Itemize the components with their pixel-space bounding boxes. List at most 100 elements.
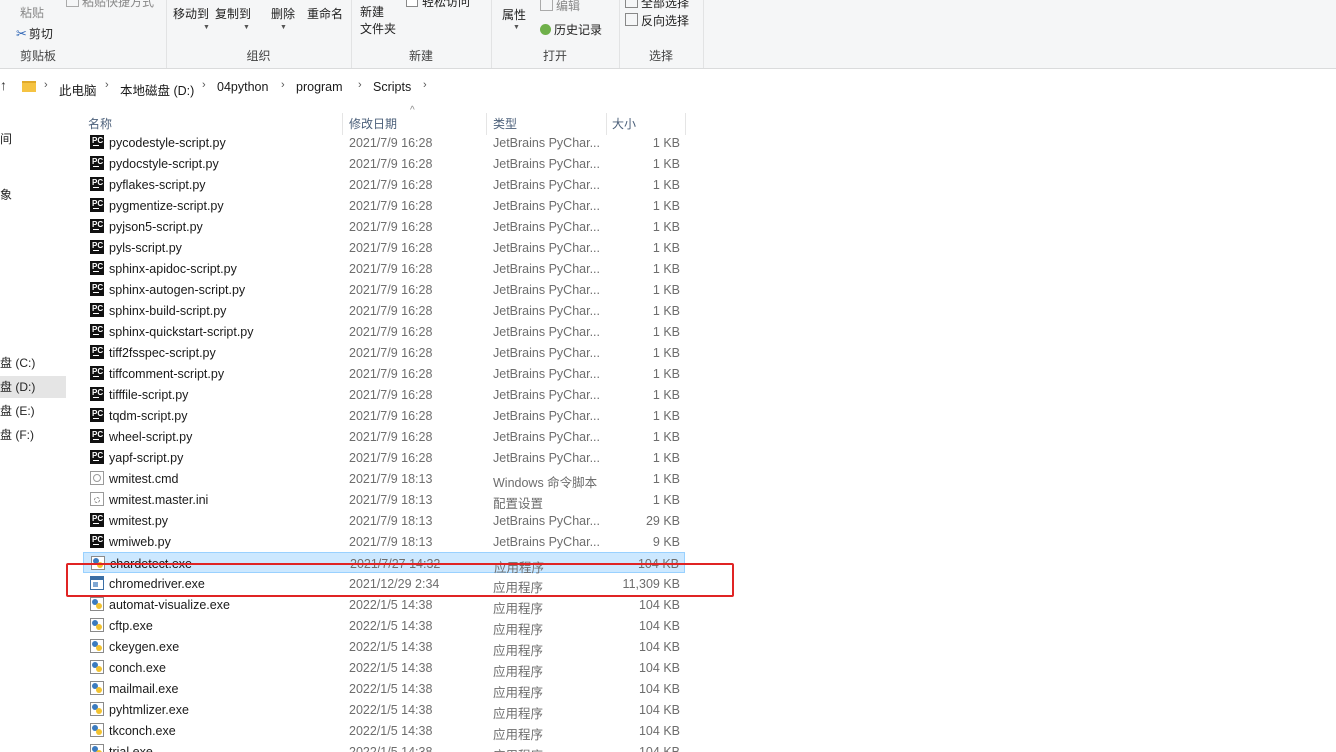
file-type: JetBrains PyChar... — [493, 178, 600, 192]
breadcrumb-scripts[interactable]: Scripts — [373, 80, 411, 94]
pycharm-icon — [90, 282, 104, 296]
chevron-right-icon[interactable]: › — [202, 79, 206, 91]
table-row[interactable]: wmiweb.py 2021/7/9 18:13 JetBrains PyChar.… — [83, 531, 685, 552]
table-row[interactable]: pyhtmlizer.exe 2022/1/5 14:38 应用程序 104 KB — [83, 699, 685, 721]
easy-access-button[interactable]: 轻松访问 — [406, 0, 470, 10]
column-header-date[interactable]: 修改日期 — [349, 115, 397, 132]
file-name: automat-visualize.exe — [109, 598, 230, 612]
chevron-right-icon[interactable]: › — [281, 79, 285, 91]
invert-selection-button[interactable]: 反向选择 — [625, 12, 689, 29]
nav-item-drive-f[interactable]: 盘 (F:) — [0, 424, 66, 446]
table-row[interactable]: wmitest.py 2021/7/9 18:13 JetBrains PyChar… — [83, 510, 685, 531]
table-row[interactable]: conch.exe 2022/1/5 14:38 应用程序 104 KB — [83, 657, 685, 679]
nav-item[interactable]: 象 — [0, 184, 66, 206]
breadcrumb-04python[interactable]: 04python — [217, 80, 268, 94]
history-button[interactable]: 历史记录 — [540, 21, 602, 38]
copy-to-button[interactable]: 复制到 — [215, 5, 251, 22]
breadcrumb-drive-d[interactable]: 本地磁盘 (D:) — [120, 80, 194, 99]
ribbon: 粘贴 粘贴快捷方式 ✂ 剪切 剪贴板 移动到 复制到 ▼ ▼ 删除 ▼ 重命名 组… — [0, 0, 1336, 69]
table-row[interactable]: ckeygen.exe 2022/1/5 14:38 应用程序 104 KB — [83, 636, 685, 658]
table-row[interactable]: tkconch.exe 2022/1/5 14:38 应用程序 104 KB — [83, 720, 685, 742]
nav-item-drive-d[interactable]: 盘 (D:) — [0, 376, 66, 398]
select-all-icon — [625, 0, 638, 8]
table-row[interactable]: pycodestyle-script.py 2021/7/9 16:28 JetBr… — [83, 132, 685, 153]
properties-button[interactable]: 属性 — [502, 6, 526, 23]
paste-shortcut-label: 粘贴快捷方式 — [82, 0, 155, 9]
address-bar[interactable]: ↑ › 此电脑 › 本地磁盘 (D:) › 04python › program… — [0, 69, 1336, 106]
column-divider[interactable] — [685, 113, 686, 135]
select-all-button[interactable]: 全部选择 — [625, 0, 689, 11]
pycharm-icon — [90, 429, 104, 443]
pycharm-icon — [90, 177, 104, 191]
table-row[interactable]: sphinx-build-script.py 2021/7/9 16:28 JetB… — [83, 300, 685, 321]
column-header-type[interactable]: 类型 — [493, 115, 517, 132]
file-date: 2021/7/9 16:28 — [349, 451, 433, 465]
file-list[interactable]: ^ 名称 修改日期 类型 大小 pycodestyle-script.py 202… — [68, 105, 1336, 752]
paste-shortcut-button[interactable]: 粘贴快捷方式 — [66, 0, 154, 10]
new-group-label: 新建 — [408, 49, 433, 63]
table-row[interactable]: tqdm-script.py 2021/7/9 16:28 JetBrains Py… — [83, 405, 685, 426]
cut-button[interactable]: ✂ 剪切 — [16, 25, 53, 42]
file-name: wmitest.py — [109, 514, 169, 528]
chevron-right-icon[interactable]: › — [423, 79, 427, 91]
edit-button[interactable]: 编辑 — [540, 0, 580, 14]
up-arrow-icon[interactable]: ↑ — [0, 77, 7, 93]
chevron-right-icon[interactable]: › — [44, 79, 48, 91]
nav-item[interactable]: 间 — [0, 128, 66, 150]
file-size: 1 KB — [652, 472, 680, 486]
table-row[interactable]: pyflakes-script.py 2021/7/9 16:28 JetBrain… — [83, 174, 685, 195]
delete-button[interactable]: 删除 — [271, 5, 295, 22]
table-row[interactable]: pydocstyle-script.py 2021/7/9 16:28 JetBra… — [83, 153, 685, 174]
table-row[interactable]: trial.exe 2022/1/5 14:38 应用程序 104 KB — [83, 741, 685, 752]
folder-icon — [22, 81, 36, 92]
table-row[interactable]: pygmentize-script.py 2021/7/9 16:28 JetBra… — [83, 195, 685, 216]
table-row[interactable]: sphinx-autogen-script.py 2021/7/9 16:28 Je… — [83, 279, 685, 300]
file-date: 2021/7/9 18:13 — [349, 472, 433, 486]
shortcut-icon — [66, 0, 79, 7]
file-size: 1 KB — [652, 409, 680, 423]
nav-item-drive-e[interactable]: 盘 (E:) — [0, 400, 66, 422]
file-name: pyhtmlizer.exe — [109, 703, 189, 717]
invert-selection-icon — [625, 13, 638, 26]
file-size: 1 KB — [652, 283, 680, 297]
new-folder-button[interactable]: 新建 文件夹 — [360, 4, 396, 38]
table-row[interactable]: mailmail.exe 2022/1/5 14:38 应用程序 104 KB — [83, 678, 685, 700]
table-row[interactable]: tifffile-script.py 2021/7/9 16:28 JetBrain… — [83, 384, 685, 405]
file-size: 1 KB — [652, 388, 680, 402]
table-row[interactable]: automat-visualize.exe 2022/1/5 14:38 应用程序 1… — [83, 594, 685, 616]
file-name: sphinx-build-script.py — [109, 304, 227, 318]
file-size: 1 KB — [652, 262, 680, 276]
file-size: 1 KB — [652, 430, 680, 444]
file-type: JetBrains PyChar... — [493, 304, 600, 318]
table-row[interactable]: yapf-script.py 2021/7/9 16:28 JetBrains Py… — [83, 447, 685, 468]
column-header-name[interactable]: 名称 — [88, 115, 112, 132]
breadcrumb-this-pc[interactable]: 此电脑 — [59, 80, 97, 99]
chevron-right-icon[interactable]: › — [358, 79, 362, 91]
table-row[interactable]: tiffcomment-script.py 2021/7/9 16:28 JetBr… — [83, 363, 685, 384]
table-row[interactable]: wheel-script.py 2021/7/9 16:28 JetBrains P… — [83, 426, 685, 447]
file-type: JetBrains PyChar... — [493, 199, 600, 213]
file-type: JetBrains PyChar... — [493, 325, 600, 339]
file-size: 104 KB — [638, 724, 680, 738]
table-row[interactable]: tiff2fsspec-script.py 2021/7/9 16:28 JetBr… — [83, 342, 685, 363]
nav-item-drive-c[interactable]: 盘 (C:) — [0, 352, 66, 374]
table-row[interactable]: sphinx-quickstart-script.py 2021/7/9 16:2… — [83, 321, 685, 342]
table-row[interactable]: wmitest.master.ini 2021/7/9 18:13 配置设置 1 KB — [83, 489, 685, 511]
column-header-size[interactable]: 大小 — [612, 115, 636, 132]
paste-button[interactable]: 粘贴 — [20, 4, 44, 21]
table-row[interactable]: cftp.exe 2022/1/5 14:38 应用程序 104 KB — [83, 615, 685, 637]
table-row[interactable]: wmitest.cmd 2021/7/9 18:13 Windows 命令脚本 1 K… — [83, 468, 685, 490]
table-row[interactable]: chardetect.exe 2021/7/27 14:32 应用程序 104 KB — [83, 552, 685, 575]
file-name: wmiweb.py — [109, 535, 171, 549]
table-row[interactable]: pyls-script.py 2021/7/9 16:28 JetBrains Py… — [83, 237, 685, 258]
file-name: tqdm-script.py — [109, 409, 188, 423]
table-row[interactable]: sphinx-apidoc-script.py 2021/7/9 16:28 Jet… — [83, 258, 685, 279]
move-to-button[interactable]: 移动到 — [173, 5, 209, 22]
table-row[interactable]: chromedriver.exe 2021/12/29 2:34 应用程序 11,30… — [83, 573, 685, 595]
python-exe-icon — [90, 597, 104, 611]
pencil-icon — [540, 0, 553, 11]
breadcrumb-program[interactable]: program — [296, 80, 343, 94]
table-row[interactable]: pyjson5-script.py 2021/7/9 16:28 JetBrains… — [83, 216, 685, 237]
chevron-right-icon[interactable]: › — [105, 79, 109, 91]
rename-button[interactable]: 重命名 — [307, 5, 343, 22]
